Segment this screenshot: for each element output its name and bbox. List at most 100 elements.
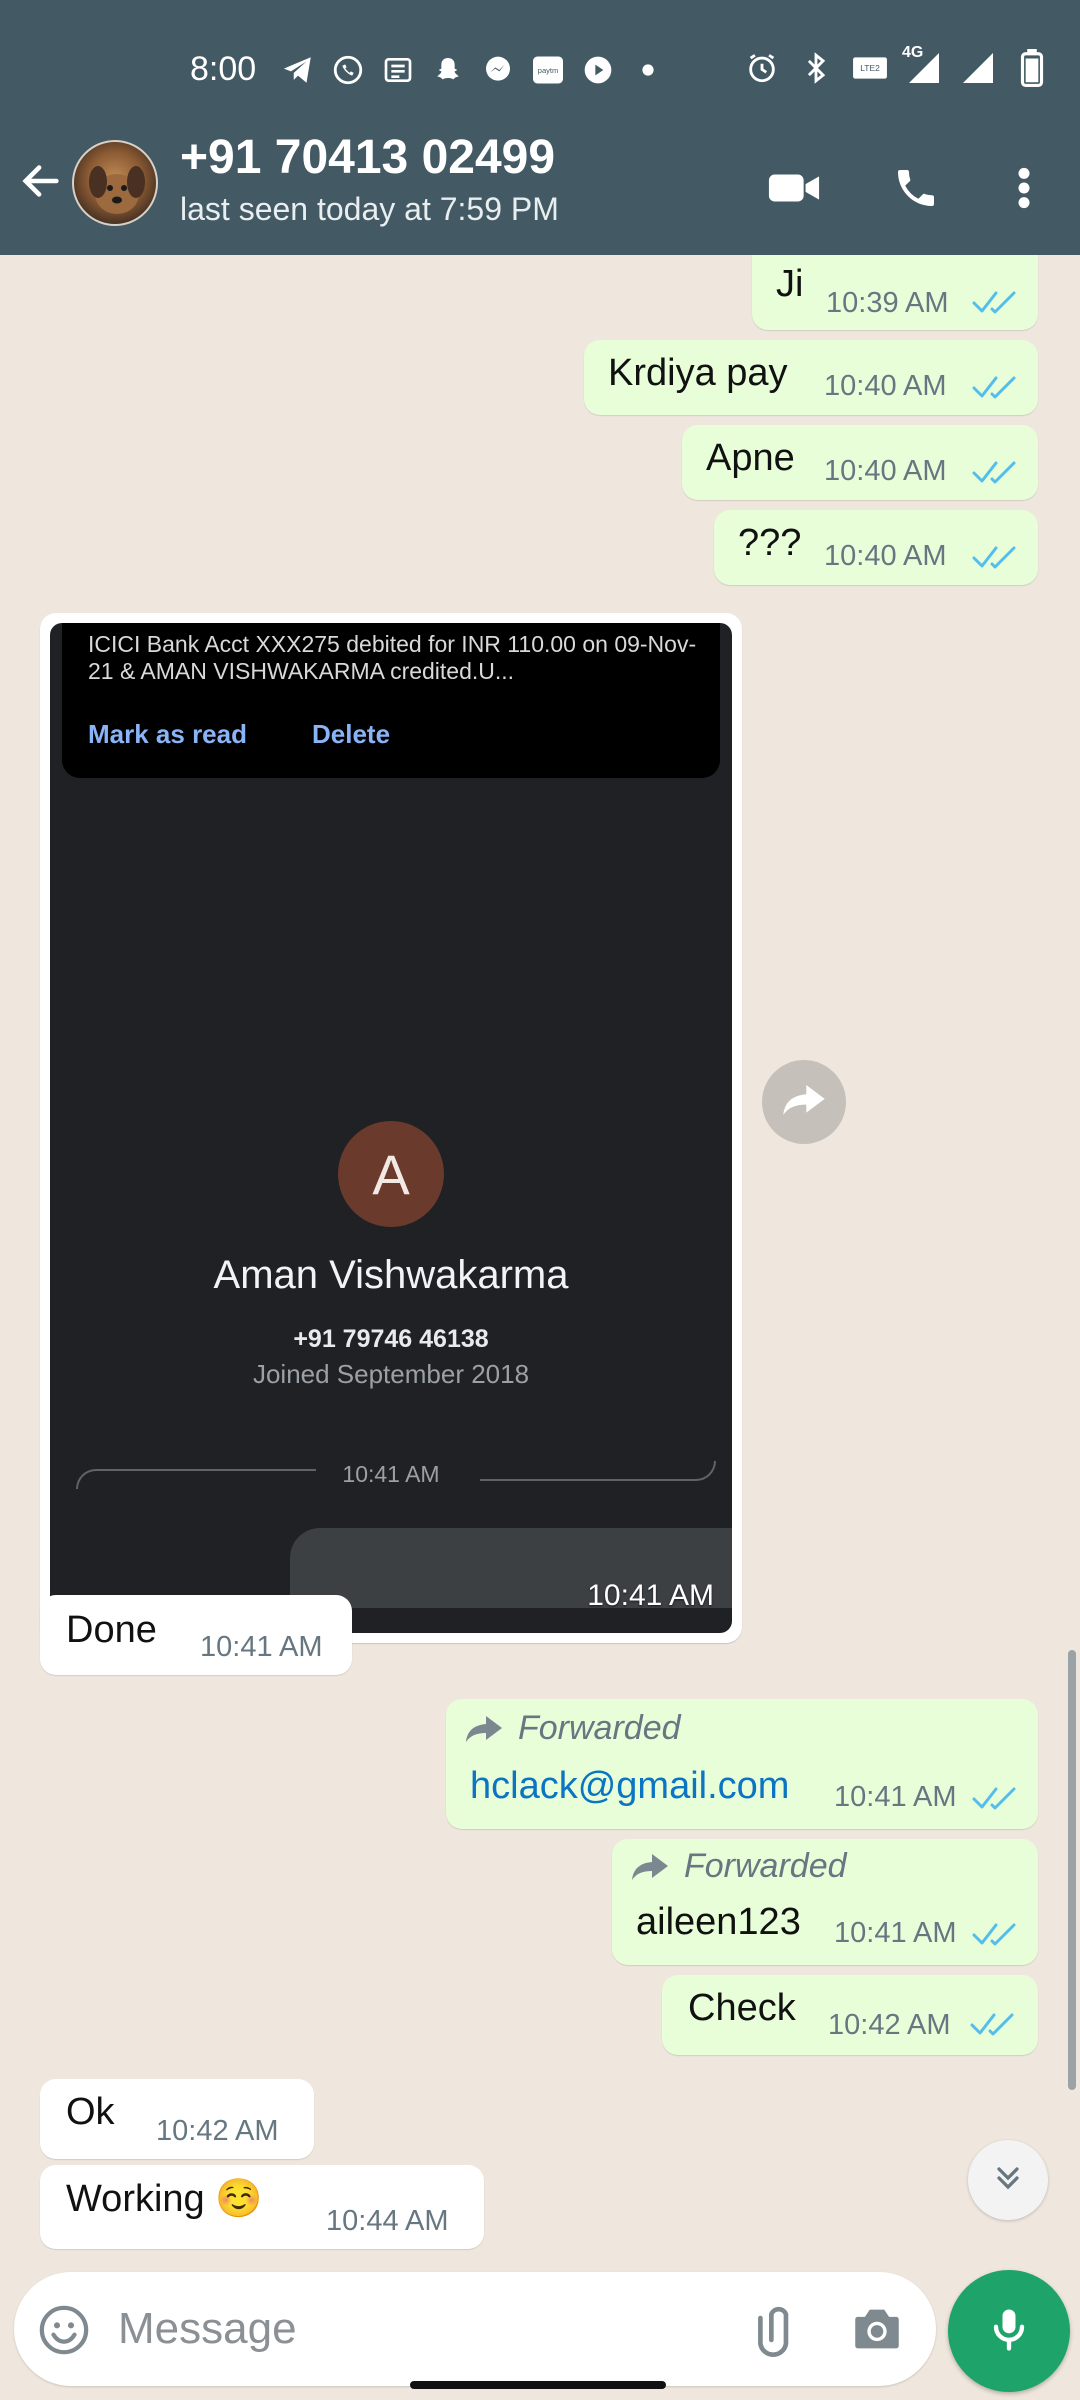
message-time: 10:40 AM [824, 455, 947, 487]
message-time: 10:42 AM [156, 2115, 279, 2147]
message-time: 10:41 AM [834, 1917, 957, 1949]
payee-joined: Joined September 2018 [252, 1359, 530, 1389]
home-indicator[interactable] [410, 2381, 666, 2389]
message-text: Working ☺️ [66, 2178, 263, 2220]
message-bubble-incoming[interactable]: Working ☺️ 10:44 AM [40, 2165, 484, 2249]
contact-avatar[interactable] [72, 140, 158, 226]
scroll-to-bottom-button[interactable] [968, 2140, 1048, 2220]
chat-area[interactable]: Ji 10:39 AM Krdiya pay 10:40 AM Apne 10:… [0, 255, 1080, 2255]
delete-action: Delete [312, 719, 391, 749]
read-receipt-icon [972, 1783, 1018, 1813]
message-bubble-outgoing[interactable]: Ji 10:39 AM [752, 255, 1038, 330]
system-indicators: LTE2 4G [744, 44, 1050, 87]
camera-icon [848, 2309, 906, 2362]
message-time: 10:41 AM [587, 1579, 714, 1612]
phone-icon [892, 164, 940, 217]
read-receipt-icon [972, 457, 1018, 487]
image-message[interactable]: ICICI Bank Acct XXX275 debited for INR 1… [40, 613, 742, 1643]
notification-icons: paytm [280, 52, 666, 88]
forwarded-icon [464, 1714, 504, 1744]
whatsapp-icon [330, 52, 366, 88]
notification-text: ICICI Bank Acct XXX275 debited for INR 1… [88, 631, 697, 684]
message-time: 10:39 AM [826, 287, 949, 319]
status-bar: 8:00 paytm LTE2 4G [0, 0, 1080, 140]
battery-icon [1014, 49, 1050, 87]
payee-name: Aman Vishwakarma [213, 1253, 569, 1297]
signal-4g-icon: 4G [902, 44, 942, 86]
video-call-button[interactable] [764, 160, 824, 220]
email-link[interactable]: hclack@gmail.com [470, 1765, 789, 1808]
message-bubble-outgoing[interactable]: ??? 10:40 AM [714, 510, 1038, 585]
network-type: 4G [902, 44, 924, 61]
message-input[interactable] [118, 2294, 718, 2364]
message-time: 10:41 AM [200, 1631, 323, 1663]
message-text: Check [688, 1987, 796, 2029]
video-call-icon [767, 168, 821, 213]
message-bubble-incoming[interactable]: Done 10:41 AM [40, 1595, 352, 1675]
camera-button[interactable] [848, 2300, 910, 2362]
message-bubble-incoming[interactable]: Ok 10:42 AM [40, 2079, 314, 2159]
emoji-icon [36, 2305, 92, 2362]
message-bubble-outgoing[interactable]: Apne 10:40 AM [682, 425, 1038, 500]
alarm-icon [744, 50, 780, 86]
message-time: 10:42 AM [828, 2009, 951, 2041]
microphone-icon [983, 2303, 1035, 2360]
voice-message-button[interactable] [948, 2270, 1070, 2392]
forward-button[interactable] [762, 1060, 846, 1144]
read-receipt-icon [972, 542, 1018, 572]
message-bubble-outgoing[interactable]: Forwarded hclack@gmail.com 10:41 AM [446, 1699, 1038, 1829]
message-bubble-outgoing[interactable]: Krdiya pay 10:40 AM [584, 340, 1038, 415]
paytm-icon: paytm [530, 52, 566, 88]
double-chevron-down-icon [990, 2160, 1026, 2201]
more-options-button[interactable] [994, 160, 1054, 220]
message-time: 10:44 AM [326, 2205, 449, 2237]
read-receipt-icon [972, 287, 1018, 317]
message-bubble-outgoing[interactable]: Check 10:42 AM [662, 1975, 1038, 2055]
paperclip-icon [744, 2306, 806, 2364]
message-text: Ji [776, 263, 804, 305]
message-time: 10:40 AM [824, 370, 947, 402]
mark-as-read-action: Mark as read [88, 719, 247, 749]
bluetooth-vibrate-icon [798, 50, 834, 86]
voice-call-button[interactable] [886, 160, 946, 220]
payee-avatar: A [338, 1121, 444, 1227]
svg-text:paytm: paytm [538, 66, 558, 75]
sms-notification: ICICI Bank Acct XXX275 debited for INR 1… [62, 623, 720, 778]
snapchat-icon [430, 52, 466, 88]
more-notifications-dot-icon [630, 52, 666, 88]
back-arrow-icon[interactable] [18, 158, 64, 204]
message-text: Done [66, 1609, 157, 1651]
scrollbar-thumb[interactable] [1068, 1650, 1076, 2090]
read-receipt-icon [970, 2009, 1016, 2039]
chat-header: 8:00 paytm LTE2 4G +91 70413 02499 last … [0, 0, 1080, 255]
message-text: Ok [66, 2091, 115, 2133]
read-receipt-icon [972, 372, 1018, 402]
contact-name[interactable]: +91 70413 02499 [180, 130, 555, 185]
forwarded-label: Forwarded [464, 1709, 681, 1748]
emoji-button[interactable] [36, 2302, 92, 2358]
payment-screenshot[interactable]: ICICI Bank Acct XXX275 debited for INR 1… [50, 623, 732, 1633]
more-vert-icon [1014, 166, 1034, 215]
message-time: 10:41 AM [834, 1781, 957, 1813]
telegram-icon [280, 52, 316, 88]
message-composer [14, 2272, 936, 2386]
last-seen-status: last seen today at 7:59 PM [180, 191, 559, 227]
message-text: Krdiya pay [608, 352, 788, 394]
forwarded-text: Forwarded [684, 1847, 847, 1885]
attach-button[interactable] [744, 2298, 806, 2360]
payment-time: 10:41 AM [342, 1461, 440, 1487]
message-text: aileen123 [636, 1901, 801, 1943]
message-bubble-outgoing[interactable]: Forwarded aileen123 10:41 AM [612, 1839, 1038, 1965]
share-arrow-icon [781, 1080, 827, 1125]
play-icon [580, 52, 616, 88]
forwarded-icon [630, 1852, 670, 1882]
message-text: Apne [706, 437, 795, 479]
message-text: ??? [738, 522, 802, 564]
svg-text:LTE2: LTE2 [860, 63, 880, 73]
read-receipt-icon [972, 1919, 1018, 1949]
forwarded-label: Forwarded [630, 1847, 847, 1886]
message-time: 10:40 AM [824, 540, 947, 572]
signal-strength-icon [960, 50, 996, 86]
forwarded-text: Forwarded [518, 1709, 681, 1747]
news-icon [380, 52, 416, 88]
